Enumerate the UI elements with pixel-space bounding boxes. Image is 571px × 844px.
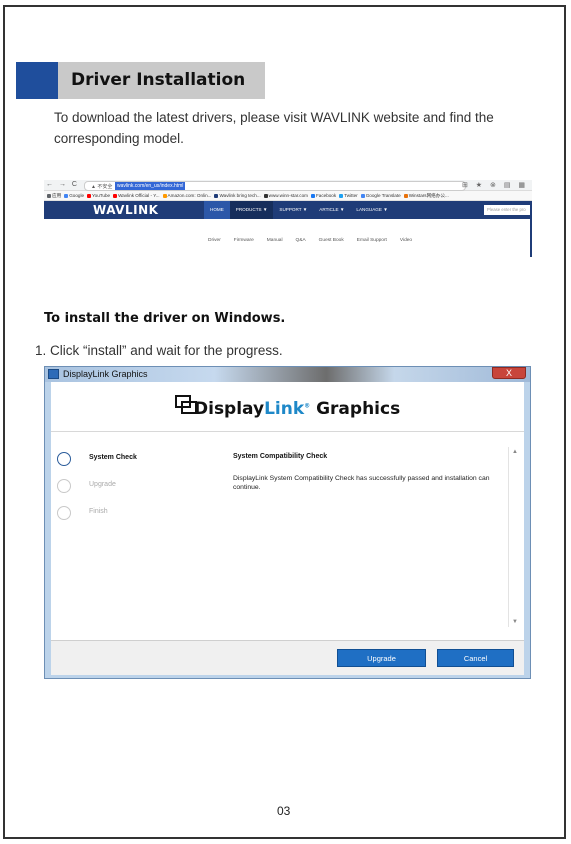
menu-home[interactable]: HOME (204, 201, 230, 219)
bookmark-item[interactable]: Amazon.com: Onlin... (162, 191, 212, 200)
submenu-driver[interactable]: Driver (208, 238, 221, 243)
site-navbar: WAVLINK HOME PRODUCTS ▼ SUPPORT ▼ ARTICLE ▼… (44, 201, 532, 219)
bookmark-label: 应用 (52, 193, 62, 198)
submenu-firmware[interactable]: Firmware (234, 238, 254, 243)
brand-display: Display (194, 399, 265, 419)
site-search-input[interactable]: Please enter the pro (484, 205, 532, 215)
window-title: DisplayLink Graphics (63, 369, 148, 379)
bookmark-item[interactable]: Facebook (310, 191, 337, 200)
support-submenu: Driver Firmware Manual Q&A Guest Book Email S… (208, 237, 425, 243)
bookmark-item[interactable]: Google (64, 191, 84, 200)
wavlink-logo[interactable]: WAVLINK (93, 203, 158, 217)
bookmark-label: Google (69, 193, 85, 198)
close-button[interactable]: X (492, 367, 526, 379)
installer-content: System Check Upgrade Finish System Compa… (51, 432, 524, 640)
step-indicator-icon (57, 479, 71, 493)
bookmark-label: Wavlink Official - Y... (118, 193, 160, 198)
browser-edge (530, 201, 532, 257)
cancel-button[interactable]: Cancel (437, 649, 514, 667)
brand-reg: ® (304, 402, 311, 410)
scroll-down-icon[interactable]: ▼ (512, 619, 518, 625)
menu-article[interactable]: ARTICLE ▼ (313, 201, 350, 219)
bookmark-item[interactable]: 应用 (47, 191, 61, 200)
bookmark-item[interactable]: www.winn-star.com (263, 191, 308, 200)
bookmark-label: Google Translate (365, 193, 401, 198)
brand-link: Link (264, 399, 305, 419)
browser-toolbar-icons[interactable]: ⊞ ★ ⊗ ▤ ▦ (462, 181, 528, 189)
bookmark-item[interactable]: Winstars网络办公... (403, 191, 449, 200)
bookmark-favicon-icon (113, 193, 118, 198)
browser-screenshot: ← → C ▲ 不安全 wavlink.com/en_us/index.html… (44, 180, 532, 257)
site-menu: HOME PRODUCTS ▼ SUPPORT ▼ ARTICLE ▼ LANGUAGE… (204, 201, 394, 219)
installer-banner: DisplayLink® Graphics (51, 382, 524, 432)
bookmark-label: YouTube (92, 193, 111, 198)
scroll-up-icon[interactable]: ▲ (512, 449, 518, 455)
url-text[interactable]: wavlink.com/en_us/index.html (115, 182, 186, 190)
bookmark-favicon-icon (64, 193, 69, 198)
security-indicator: ▲ 不安全 (91, 184, 113, 190)
browser-address-row: ← → C ▲ 不安全 wavlink.com/en_us/index.html… (44, 180, 532, 191)
bookmark-favicon-icon (47, 193, 51, 198)
section-title: Driver Installation (71, 70, 246, 90)
intro-text: To download the latest drivers, please v… (54, 110, 494, 146)
bookmark-item[interactable]: Twitter (339, 191, 358, 200)
bookmark-label: Winstars网络办公... (408, 193, 449, 198)
step-indicator-icon (57, 506, 71, 520)
bookmark-favicon-icon (403, 193, 408, 198)
bookmark-item[interactable]: Google Translate (360, 191, 401, 200)
menu-products[interactable]: PRODUCTS ▼ (229, 201, 274, 219)
app-icon (48, 369, 59, 379)
submenu-guest-book[interactable]: Guest Book (319, 238, 344, 243)
bookmark-label: Twitter (344, 193, 358, 198)
step-indicator-icon (57, 452, 71, 466)
bookmark-label: Wavlink bring tech... (219, 193, 261, 198)
installer-footer: Upgrade Cancel (51, 640, 524, 675)
displaylink-brand: DisplayLink® Graphics (194, 399, 400, 419)
windows-heading: To install the driver on Windows. (44, 311, 286, 326)
step-label: Upgrade (89, 481, 116, 488)
browser-nav-buttons[interactable]: ← → C (46, 181, 79, 188)
menu-support[interactable]: SUPPORT ▼ (273, 201, 313, 219)
bookmark-favicon-icon (339, 193, 344, 198)
bookmark-item[interactable]: YouTube (87, 191, 110, 200)
upgrade-button[interactable]: Upgrade (337, 649, 426, 667)
bookmark-favicon-icon (310, 193, 315, 198)
bookmark-favicon-icon (87, 193, 92, 198)
bookmark-label: Amazon.com: Onlin... (167, 193, 212, 198)
step-label: Finish (89, 508, 108, 515)
check-heading: System Compatibility Check (233, 453, 328, 460)
check-message: DisplayLink System Compatibility Check h… (233, 475, 490, 491)
bookmark-item[interactable]: Wavlink bring tech... (214, 191, 261, 200)
submenu-manual[interactable]: Manual (267, 238, 283, 243)
bookmarks-bar: 应用 Google YouTube Wavlink Official - Y... Am… (44, 191, 532, 201)
bookmark-favicon-icon (214, 193, 219, 198)
bookmark-label: Facebook (315, 193, 337, 198)
page-number: 03 (277, 804, 291, 818)
bookmark-favicon-icon (162, 193, 167, 198)
installer-titlebar[interactable]: DisplayLink Graphics X (45, 367, 530, 382)
submenu-qa[interactable]: Q&A (296, 238, 306, 243)
submenu-email-support[interactable]: Email Support (357, 238, 387, 243)
bookmark-item[interactable]: Wavlink Official - Y... (113, 191, 160, 200)
bookmark-label: www.winn-star.com (268, 193, 308, 198)
step-label: System Check (89, 454, 137, 461)
submenu-video[interactable]: Video (400, 238, 412, 243)
step-1-text: 1. Click “install” and wait for the prog… (35, 343, 283, 358)
bookmark-favicon-icon (263, 193, 268, 198)
bookmark-favicon-icon (360, 193, 365, 198)
content-scrollbar[interactable]: ▲ ▼ (508, 447, 520, 627)
header-accent-block (16, 62, 58, 99)
address-bar[interactable]: ▲ 不安全 wavlink.com/en_us/index.html (84, 181, 466, 191)
menu-language[interactable]: LANGUAGE ▼ (350, 201, 393, 219)
installer-window: DisplayLink Graphics X DisplayLink® Grap… (44, 366, 531, 679)
brand-graphics: Graphics (316, 399, 401, 419)
